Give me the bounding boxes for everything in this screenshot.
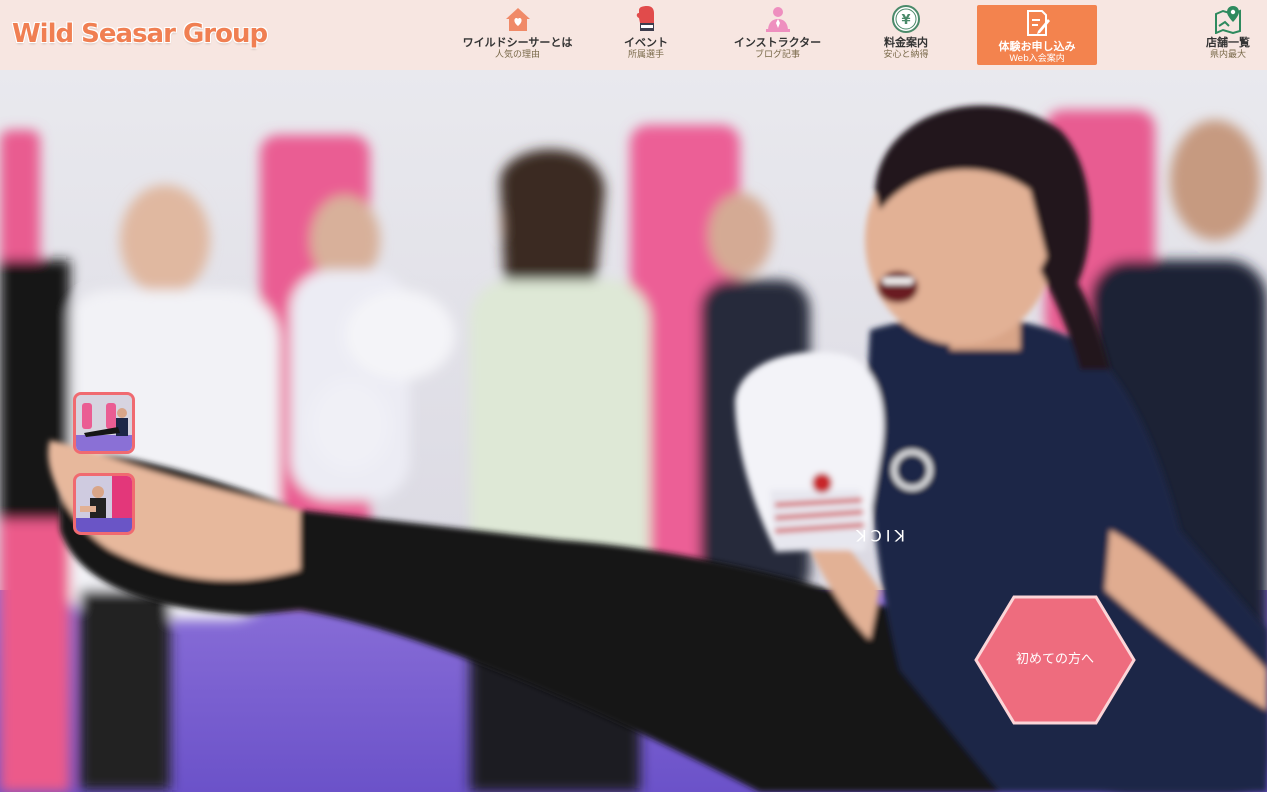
nav-pricing-sub: 安心と納得 — [883, 50, 929, 60]
nav-event[interactable]: イベント 所属選手 — [615, 4, 677, 66]
first-time-visitor-button[interactable]: 初めての方へ — [974, 595, 1136, 725]
edit-form-icon — [1027, 10, 1050, 36]
map-pin-icon — [1215, 6, 1241, 34]
nav-event-sub: 所属選手 — [627, 50, 664, 60]
instructor-icon — [765, 7, 790, 32]
svg-text:¥: ¥ — [901, 13, 910, 28]
nav-stores-title: 店舗一覧 — [1206, 36, 1250, 49]
nav-instructor[interactable]: インストラクター ブログ記事 — [725, 4, 830, 66]
nav-stores-sub: 県内最大 — [1209, 50, 1246, 60]
nav-about-title: ワイルドシーサーとは — [462, 36, 573, 49]
slide-thumbnail-2[interactable] — [73, 473, 135, 535]
site-header: Wild Seasar Group ワイルドシーサーとは 人気の理由 イベント … — [0, 0, 1267, 70]
first-time-visitor-label: 初めての方へ — [1015, 652, 1094, 667]
boxing-glove-icon — [636, 6, 654, 31]
slide-thumbnail-1[interactable] — [73, 392, 135, 454]
yen-coin-icon: ¥ — [892, 5, 920, 33]
nav-about-sub: 人気の理由 — [494, 50, 540, 60]
nav-trial-signup-button[interactable]: 体験お申し込み Web入会案内 — [977, 5, 1097, 65]
nav-trial-title: 体験お申し込み — [998, 40, 1076, 53]
nav-trial-sub: Web入会案内 — [1009, 54, 1065, 64]
nav-pricing[interactable]: ¥ 料金案内 安心と納得 — [875, 4, 937, 66]
house-heart-icon — [505, 8, 530, 31]
nav-pricing-title: 料金案内 — [884, 36, 928, 49]
thumbnail-2-image — [76, 476, 132, 532]
nav-about[interactable]: ワイルドシーサーとは 人気の理由 — [455, 4, 580, 66]
hero-slideshow: KICK 初めての方へ — [0, 70, 1267, 792]
nav-stores[interactable]: 店舗一覧 県内最大 — [1197, 4, 1259, 66]
thumbnail-1-image — [76, 395, 132, 451]
shirt-print-text: KICK — [852, 526, 905, 545]
nav-event-title: イベント — [624, 36, 668, 49]
site-logo[interactable]: Wild Seasar Group — [12, 14, 268, 54]
nav-instructor-title: インストラクター — [733, 36, 822, 49]
nav-instructor-sub: ブログ記事 — [754, 50, 800, 60]
